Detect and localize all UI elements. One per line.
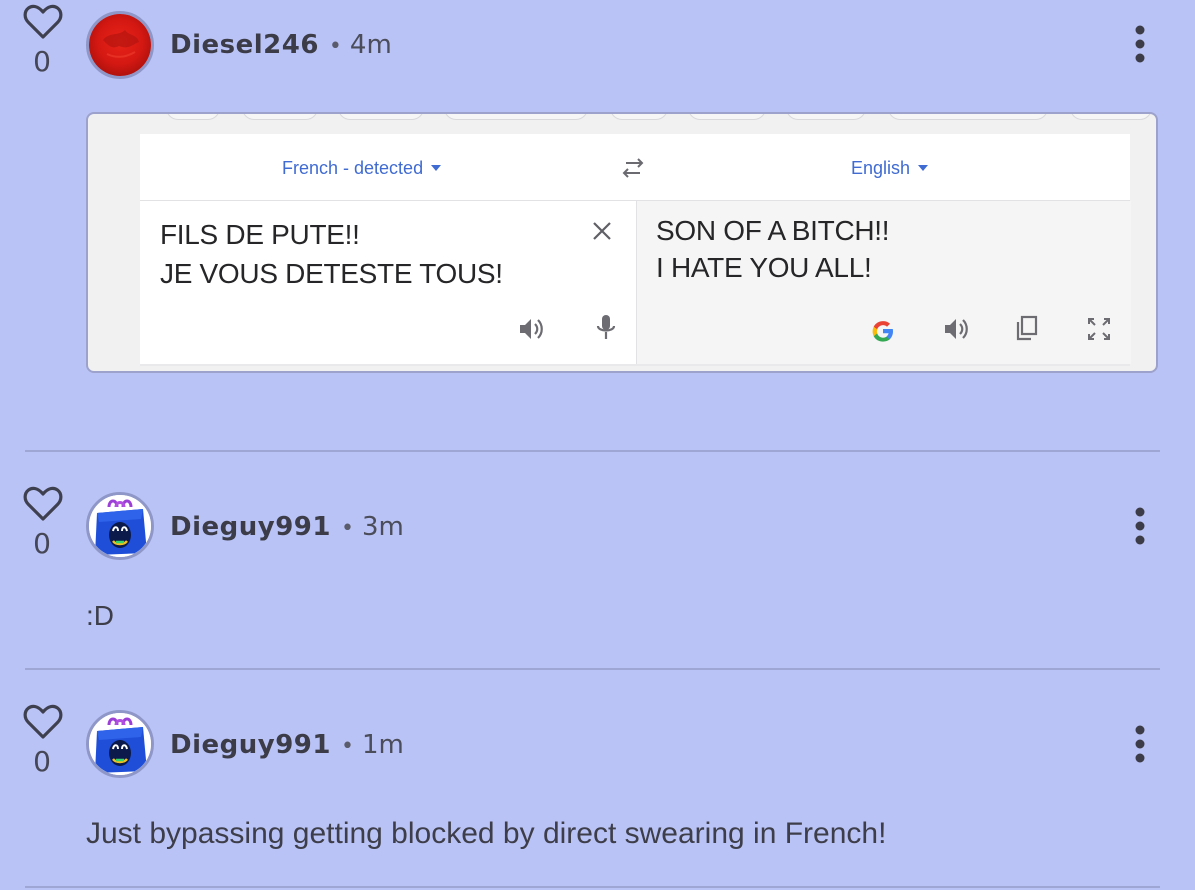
chip-row: [88, 114, 1156, 120]
copy-icon: [1016, 315, 1038, 341]
avatar[interactable]: [86, 710, 154, 778]
timestamp: 1m: [361, 730, 404, 760]
avatar[interactable]: [86, 492, 154, 560]
speaker-icon: [520, 319, 543, 339]
like-count: 0: [33, 45, 51, 78]
dropdown-caret-icon: [431, 165, 442, 172]
source-line: FILS DE PUTE!!: [160, 219, 360, 250]
separator: •: [340, 516, 354, 541]
attached-image[interactable]: French - detected English FILS DE PUTE!!…: [86, 112, 1158, 373]
source-line: JE VOUS DETESTE TOUS!: [160, 258, 503, 289]
more-options-icon[interactable]: [1126, 22, 1154, 66]
comment-meta: Dieguy991 • 1m: [170, 725, 404, 765]
swap-languages-icon: [622, 158, 644, 178]
fullscreen-icon: [1088, 318, 1110, 340]
heart-icon[interactable]: [23, 4, 63, 40]
google-g-icon: [872, 321, 893, 342]
source-text-area: FILS DE PUTE!! JE VOUS DETESTE TOUS!: [140, 201, 635, 364]
translated-text-area: SON OF A BITCH!! I HATE YOU ALL!: [636, 201, 1131, 364]
translated-line: I HATE YOU ALL!: [656, 252, 872, 283]
avatar[interactable]: [86, 11, 154, 79]
target-language: English: [851, 158, 929, 179]
username[interactable]: Diesel246: [170, 30, 319, 60]
more-options-icon[interactable]: [1126, 504, 1154, 548]
divider: [25, 886, 1160, 888]
username[interactable]: Dieguy991: [170, 512, 331, 542]
microphone-icon: [596, 315, 616, 339]
dropdown-caret-icon: [918, 165, 929, 172]
comment-text: :D: [86, 600, 114, 631]
heart-icon[interactable]: [23, 704, 63, 740]
comment-text: Just bypassing getting blocked by direct…: [86, 817, 887, 850]
more-options-icon[interactable]: [1126, 722, 1154, 766]
speaker-icon: [945, 319, 968, 339]
heart-icon[interactable]: [23, 486, 63, 522]
language-bar: French - detected English: [140, 134, 1130, 201]
divider: [25, 668, 1160, 670]
translated-line: SON OF A BITCH!!: [656, 215, 890, 246]
like-count: 0: [33, 745, 51, 778]
username[interactable]: Dieguy991: [170, 730, 331, 760]
separator: •: [328, 34, 342, 59]
clear-icon: [593, 222, 611, 240]
translate-panel: French - detected English FILS DE PUTE!!…: [140, 134, 1131, 366]
timestamp: 3m: [361, 512, 404, 542]
timestamp: 4m: [349, 30, 392, 60]
like-count: 0: [33, 527, 51, 560]
separator: •: [340, 734, 354, 759]
comment-meta: Dieguy991 • 3m: [170, 507, 404, 547]
comment-meta: Diesel246 • 4m: [170, 25, 392, 65]
source-language: French - detected: [282, 158, 442, 179]
panel-edge: [140, 364, 1130, 366]
divider: [25, 450, 1160, 452]
